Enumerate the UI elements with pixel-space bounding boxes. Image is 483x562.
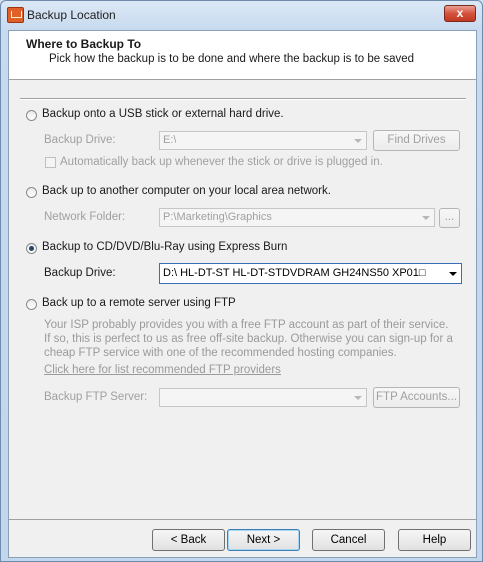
help-button[interactable]: Help (398, 529, 471, 551)
usb-drive-select[interactable]: E:\ (159, 131, 367, 150)
usb-radio[interactable] (26, 110, 37, 121)
next-button[interactable]: Next > (227, 529, 300, 551)
browse-folder-button[interactable]: ... (439, 208, 460, 228)
auto-backup-label[interactable]: Automatically back up whenever the stick… (60, 156, 383, 168)
window-title: Backup Location (27, 8, 116, 22)
cd-drive-value: D:\ HL-DT-ST HL-DT-STDVDRAM GH24NS50 XP0… (163, 267, 426, 279)
ftp-accounts-button[interactable]: FTP Accounts... (373, 387, 460, 408)
backup-location-dialog: Backup Location x Where to Backup To Pic… (0, 0, 483, 562)
header-divider (20, 98, 466, 100)
ftp-providers-link[interactable]: Click here for list recommended FTP prov… (44, 364, 281, 376)
back-button[interactable]: < Back (152, 529, 225, 551)
title-bar[interactable]: Backup Location x (1, 1, 482, 29)
app-icon (7, 7, 24, 23)
auto-backup-checkbox[interactable] (45, 157, 56, 168)
usb-drive-label: Backup Drive: (44, 134, 116, 146)
ftp-option-label[interactable]: Back up to a remote server using FTP (42, 297, 236, 309)
close-button[interactable]: x (444, 5, 476, 22)
dialog-client-area: Where to Backup To Pick how the backup i… (8, 30, 477, 558)
chevron-down-icon (350, 389, 366, 406)
cd-drive-label: Backup Drive: (44, 267, 116, 279)
header-subtitle: Pick how the backup is to be done and wh… (49, 53, 415, 65)
network-folder-label: Network Folder: (44, 211, 126, 223)
chevron-down-icon (350, 132, 366, 149)
close-icon: x (456, 6, 464, 20)
footer-divider (9, 519, 476, 520)
ftp-server-select[interactable] (159, 388, 367, 407)
usb-option-label[interactable]: Backup onto a USB stick or external hard… (42, 108, 284, 120)
usb-drive-value: E:\ (163, 134, 177, 146)
wizard-header: Where to Backup To Pick how the backup i… (9, 31, 476, 80)
ftp-radio[interactable] (26, 299, 37, 310)
network-option-label[interactable]: Back up to another computer on your loca… (42, 185, 331, 197)
ftp-description: Your ISP probably provides you with a fr… (44, 319, 453, 359)
cd-option-label[interactable]: Backup to CD/DVD/Blu-Ray using Express B… (42, 241, 287, 253)
network-folder-select[interactable]: P:\Marketing\Graphics (159, 208, 435, 227)
header-title: Where to Backup To (26, 37, 142, 51)
cd-radio[interactable] (26, 243, 37, 254)
chevron-down-icon (418, 209, 434, 226)
ftp-server-label: Backup FTP Server: (44, 391, 148, 403)
cd-drive-select[interactable]: D:\ HL-DT-ST HL-DT-STDVDRAM GH24NS50 XP0… (159, 263, 462, 284)
chevron-down-icon (445, 265, 461, 282)
cancel-button[interactable]: Cancel (312, 529, 385, 551)
network-radio[interactable] (26, 187, 37, 198)
network-folder-value: P:\Marketing\Graphics (163, 211, 272, 223)
find-drives-button[interactable]: Find Drives (373, 130, 460, 151)
